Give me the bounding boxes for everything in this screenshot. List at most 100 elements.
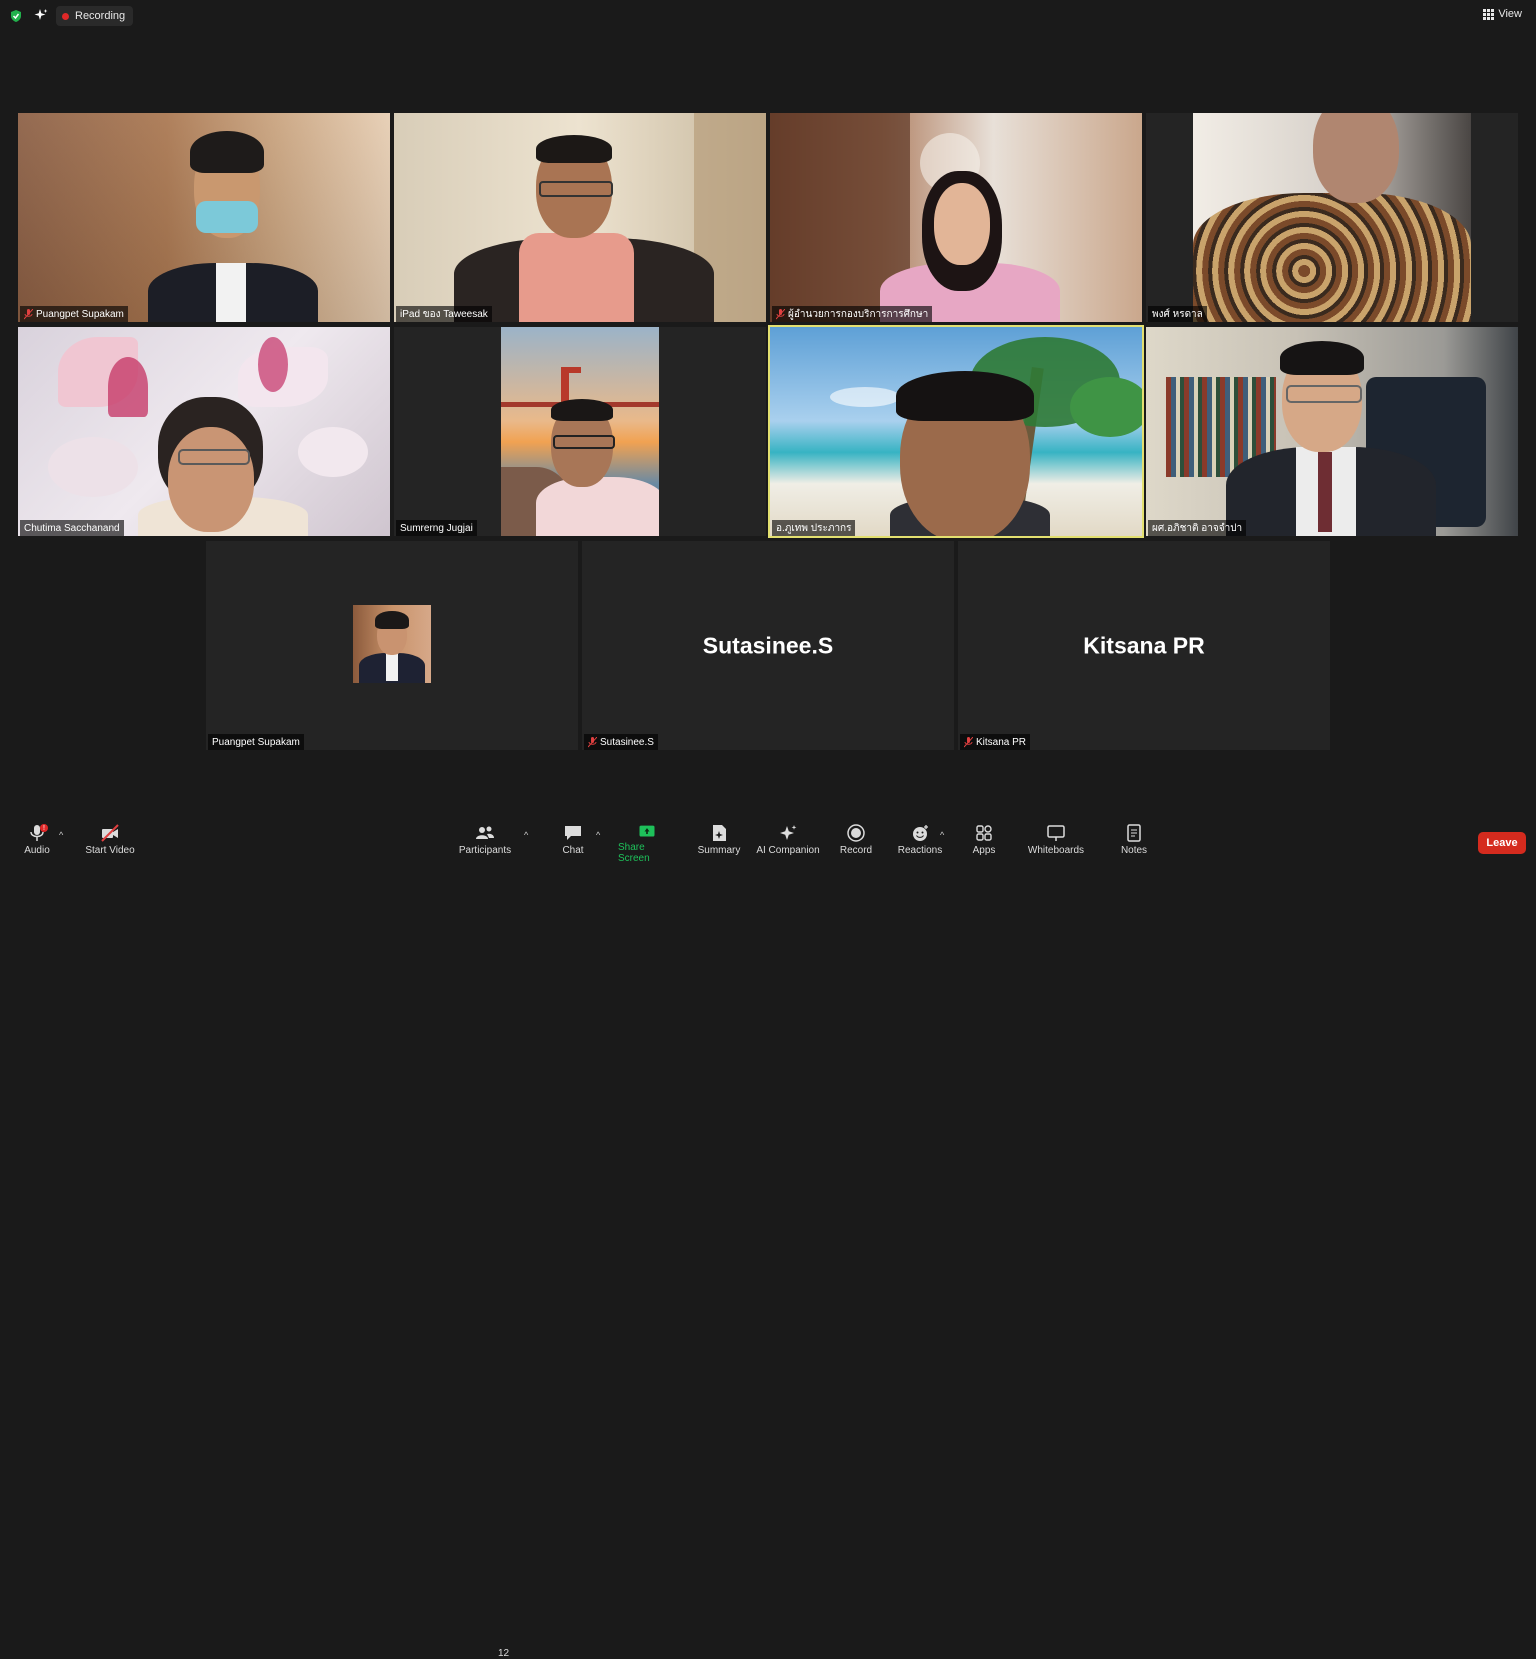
video-tile-sutasinee[interactable]: Sutasinee.S Sutasinee.S xyxy=(582,541,954,750)
participant-name-tag: Sutasinee.S xyxy=(584,734,658,750)
participant-name: Puangpet Supakam xyxy=(36,308,124,320)
participant-avatar xyxy=(353,605,431,683)
apps-icon xyxy=(976,825,992,841)
start-video-label: Start Video xyxy=(85,845,135,856)
participant-video xyxy=(1193,113,1471,322)
participant-name-tag: iPad ของ Taweesak xyxy=(396,306,492,322)
reactions-options-chevron-icon[interactable]: ^ xyxy=(940,830,944,840)
video-tile-pong[interactable]: พงศ์ หรดาล xyxy=(1146,113,1518,322)
record-label: Record xyxy=(839,845,873,856)
summary-icon xyxy=(713,825,726,841)
notes-button[interactable]: Notes xyxy=(1118,824,1150,864)
notes-label: Notes xyxy=(1120,845,1148,856)
participant-name-tag: ผู้อำนวยการกองบริการการศึกษา xyxy=(772,306,933,322)
mic-muted-icon xyxy=(588,736,597,747)
whiteboards-label: Whiteboards xyxy=(1027,845,1085,856)
mic-muted-icon xyxy=(776,308,785,319)
audio-label: Audio xyxy=(24,845,50,856)
audio-button[interactable]: Audio xyxy=(22,824,52,864)
notes-icon xyxy=(1127,824,1141,842)
participant-video xyxy=(18,113,390,322)
video-tile-sumrerng[interactable]: Sumrerng Jugjai xyxy=(394,327,766,536)
video-tile-puangpet[interactable]: Puangpet Supakam xyxy=(18,113,390,322)
participant-name: Sumrerng Jugjai xyxy=(400,522,473,534)
participant-name: Kitsana PR xyxy=(976,736,1027,748)
audio-options-chevron-icon[interactable]: ^ xyxy=(59,830,63,840)
whiteboard-icon xyxy=(1047,825,1065,841)
recording-label: Recording xyxy=(75,10,126,22)
summary-label: Summary xyxy=(697,845,741,856)
video-tile-kitsana[interactable]: Kitsana PR Kitsana PR xyxy=(958,541,1330,750)
participant-display-name: Sutasinee.S xyxy=(702,632,834,658)
recording-dot-icon xyxy=(62,12,69,20)
ai-companion-label: AI Companion xyxy=(756,845,820,856)
participant-name: ผู้อำนวยการกองบริการการศึกษา xyxy=(788,308,929,320)
chat-button[interactable]: Chat xyxy=(558,824,588,864)
chat-label: Chat xyxy=(562,845,584,856)
mic-muted-icon xyxy=(24,308,33,319)
participant-name: Puangpet Supakam xyxy=(212,736,300,748)
ai-companion-icon xyxy=(780,825,797,840)
chat-icon xyxy=(565,826,581,840)
video-tile-apichat[interactable]: ผศ.อภิชาติ อาจจำปา xyxy=(1146,327,1518,536)
participant-name: Sutasinee.S xyxy=(600,736,654,748)
participant-video xyxy=(770,113,1142,322)
record-button[interactable]: Record xyxy=(838,824,874,864)
reactions-label: Reactions xyxy=(897,845,943,856)
participant-name: อ.ภูเทพ ประภากร xyxy=(776,522,852,534)
participant-video xyxy=(501,327,659,536)
video-off-icon xyxy=(101,824,119,842)
reactions-button[interactable]: Reactions xyxy=(898,824,942,864)
participants-options-chevron-icon[interactable]: ^ xyxy=(524,830,528,840)
video-tile-phuthep-active-speaker[interactable]: อ.ภูเทพ ประภากร xyxy=(768,325,1144,538)
reactions-icon xyxy=(913,825,928,841)
participant-name-tag: Puangpet Supakam xyxy=(20,306,128,322)
share-screen-icon xyxy=(639,825,655,837)
participant-name: iPad ของ Taweesak xyxy=(400,308,488,320)
chat-options-chevron-icon[interactable]: ^ xyxy=(596,830,600,840)
participant-name-tag: Sumrerng Jugjai xyxy=(396,520,477,536)
participants-icon xyxy=(476,826,494,839)
participant-display-name: Kitsana PR xyxy=(1083,632,1205,658)
mic-muted-icon xyxy=(964,736,973,747)
participants-label: Participants xyxy=(458,845,512,856)
recording-indicator[interactable]: Recording xyxy=(56,6,134,26)
video-tile-puangpet-avatar[interactable]: Puangpet Supakam xyxy=(206,541,578,750)
participant-name-tag: Puangpet Supakam xyxy=(208,734,304,750)
participant-name-tag: Kitsana PR xyxy=(960,734,1031,750)
participant-name-tag: อ.ภูเทพ ประภากร xyxy=(772,520,856,536)
participant-name: Chutima Sacchanand xyxy=(24,522,120,534)
view-button[interactable]: View xyxy=(1483,8,1522,20)
participant-video xyxy=(18,327,390,536)
record-icon xyxy=(847,824,865,842)
participants-count: 12 xyxy=(498,1648,510,1659)
ai-companion-button[interactable]: AI Companion xyxy=(756,824,820,864)
meeting-toolbar: Audio ! ^ Start Video Participants 12 ^ … xyxy=(0,820,1536,1659)
participant-name: ผศ.อภิชาติ อาจจำปา xyxy=(1152,522,1243,534)
video-tile-chutima[interactable]: Chutima Sacchanand xyxy=(18,327,390,536)
video-tile-director[interactable]: ผู้อำนวยการกองบริการการศึกษา xyxy=(770,113,1142,322)
leave-button[interactable]: Leave xyxy=(1478,832,1526,854)
share-screen-button[interactable]: Share Screen xyxy=(618,824,676,864)
grid-view-icon xyxy=(1483,8,1495,20)
ai-sparkle-icon[interactable] xyxy=(34,8,48,22)
participant-video xyxy=(770,327,1142,536)
start-video-button[interactable]: Start Video xyxy=(84,824,136,864)
participant-video xyxy=(1146,327,1518,536)
top-bar: Recording View xyxy=(0,0,1536,32)
participants-button[interactable]: Participants xyxy=(458,824,512,864)
video-tile-taweesak[interactable]: iPad ของ Taweesak xyxy=(394,113,766,322)
whiteboards-button[interactable]: Whiteboards xyxy=(1026,824,1086,864)
participant-name-tag: Chutima Sacchanand xyxy=(20,520,124,536)
security-shield-icon[interactable] xyxy=(9,9,23,23)
participant-name-tag: ผศ.อภิชาติ อาจจำปา xyxy=(1148,520,1247,536)
summary-button[interactable]: Summary xyxy=(696,824,742,864)
view-label: View xyxy=(1498,8,1522,20)
participant-name-tag: พงศ์ หรดาล xyxy=(1148,306,1207,322)
apps-button[interactable]: Apps xyxy=(968,824,1000,864)
participant-video xyxy=(394,113,766,322)
participant-name: พงศ์ หรดาล xyxy=(1152,308,1203,320)
mic-alert-icon: ! xyxy=(40,824,48,832)
share-screen-label: Share Screen xyxy=(618,842,650,864)
apps-label: Apps xyxy=(972,845,996,856)
